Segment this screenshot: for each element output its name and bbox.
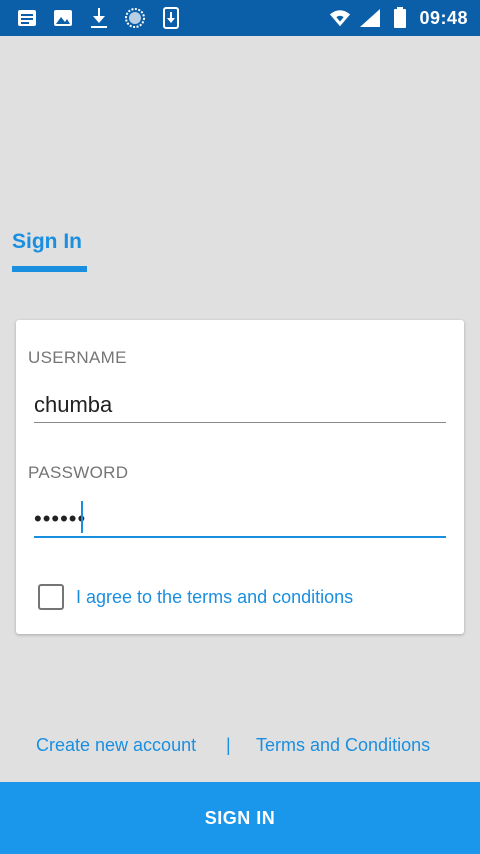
- tab-sign-in[interactable]: Sign In: [12, 230, 87, 272]
- notification-icons: [0, 7, 182, 29]
- tab-indicator: [12, 266, 87, 272]
- sign-in-button[interactable]: SIGN IN: [0, 782, 480, 854]
- password-underline: [34, 536, 446, 538]
- battery-icon: [389, 7, 411, 29]
- status-time: 09:48: [419, 7, 468, 28]
- tab-sign-in-label: Sign In: [12, 230, 82, 253]
- agree-checkbox[interactable]: [38, 584, 64, 610]
- create-account-link[interactable]: Create new account: [36, 735, 196, 756]
- username-underline: [34, 422, 446, 423]
- text-caret: [81, 501, 83, 533]
- agree-label[interactable]: I agree to the terms and conditions: [76, 587, 353, 608]
- agree-row[interactable]: I agree to the terms and conditions: [38, 584, 353, 610]
- message-icon: [16, 7, 38, 29]
- status-bar: 09:48: [0, 0, 480, 36]
- system-icons: 09:48: [329, 7, 480, 29]
- password-label: PASSWORD: [28, 463, 129, 482]
- sync-icon: [124, 7, 146, 29]
- download-icon: [88, 7, 110, 29]
- signal-icon: [359, 7, 381, 29]
- link-separator: |: [226, 734, 231, 755]
- password-input[interactable]: ••••••: [34, 506, 446, 538]
- download-arrow-icon: [160, 7, 182, 29]
- sign-in-card: USERNAME chumba PASSWORD •••••• I agree …: [16, 320, 464, 634]
- image-icon: [52, 7, 74, 29]
- username-label: USERNAME: [28, 348, 127, 367]
- username-input[interactable]: chumba: [34, 392, 446, 424]
- wifi-icon: [329, 7, 351, 29]
- terms-link[interactable]: Terms and Conditions: [256, 735, 430, 756]
